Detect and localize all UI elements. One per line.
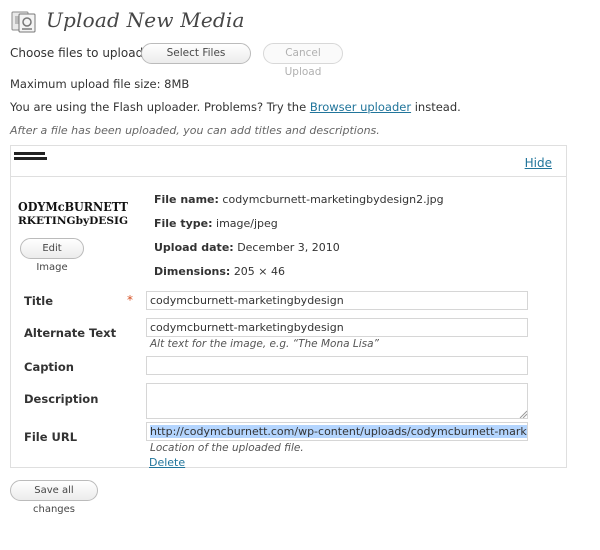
thumbnail-text-line1: ODYMcBURNETT <box>18 200 128 214</box>
file-name-value: codymcburnett-marketingbydesign2.jpg <box>222 193 444 206</box>
browser-uploader-link[interactable]: Browser uploader <box>310 100 411 114</box>
file-type-value: image/jpeg <box>216 217 278 230</box>
file-name-row: File name: codymcburnett-marketingbydesi… <box>154 193 444 206</box>
upload-date-value: December 3, 2010 <box>237 241 340 254</box>
save-all-changes-button[interactable]: Save all changes <box>10 480 98 515</box>
title-label: Title <box>24 294 54 308</box>
file-type-row: File type: image/jpeg <box>154 217 278 230</box>
max-upload-size: Maximum upload file size: 8MB <box>10 77 190 91</box>
flash-notice-prefix: You are using the Flash uploader. Proble… <box>10 100 307 114</box>
cancel-upload-button[interactable]: Cancel Upload <box>263 43 343 78</box>
alternate-text-help: Alt text for the image, e.g. “The Mona L… <box>150 338 379 350</box>
alternate-text-input[interactable]: codymcburnett-marketingbydesign <box>146 318 528 337</box>
thumbnail-text-line2: RKETINGbyDESIG <box>18 216 128 227</box>
dimensions-row: Dimensions: 205 × 46 <box>154 265 285 278</box>
caption-label: Caption <box>24 360 74 374</box>
file-url-help: Location of the uploaded file. <box>150 442 304 454</box>
caption-input[interactable] <box>146 356 528 375</box>
file-type-label: File type: <box>154 217 213 230</box>
media-library-icon <box>11 11 36 33</box>
flash-uploader-notice: You are using the Flash uploader. Proble… <box>10 100 461 114</box>
file-url-input[interactable]: http://codymcburnett.com/wp-content/uplo… <box>146 422 528 441</box>
choose-files-label: Choose files to upload <box>10 46 144 60</box>
after-upload-note: After a file has been uploaded, you can … <box>10 124 380 137</box>
upload-date-row: Upload date: December 3, 2010 <box>154 241 340 254</box>
page-title: Upload New Media <box>46 8 245 32</box>
resize-grip-icon[interactable] <box>519 410 527 418</box>
select-files-button[interactable]: Select Files <box>141 43 251 64</box>
title-input[interactable]: codymcburnett-marketingbydesign <box>146 291 528 310</box>
file-name-label: File name: <box>154 193 219 206</box>
file-url-label: File URL <box>24 430 78 444</box>
media-item-header: Hide <box>11 146 566 177</box>
image-thumbnail: ODYMcBURNETT RKETINGbyDESIG <box>18 198 128 228</box>
required-marker: * <box>127 293 133 307</box>
file-url-value: http://codymcburnett.com/wp-content/uplo… <box>150 425 527 438</box>
thumbnail-small <box>13 151 47 161</box>
edit-image-button[interactable]: Edit Image <box>20 238 84 273</box>
delete-link[interactable]: Delete <box>149 456 185 469</box>
dimensions-label: Dimensions: <box>154 265 231 278</box>
dimensions-value: 205 × 46 <box>233 265 286 278</box>
flash-notice-suffix: instead. <box>414 100 461 114</box>
description-textarea[interactable] <box>146 383 528 419</box>
alternate-text-label: Alternate Text <box>24 326 117 340</box>
description-label: Description <box>24 392 99 406</box>
hide-link[interactable]: Hide <box>525 156 552 170</box>
media-item: Hide ODYMcBURNETT RKETINGbyDESIG Edit Im… <box>10 145 567 469</box>
upload-date-label: Upload date: <box>154 241 234 254</box>
